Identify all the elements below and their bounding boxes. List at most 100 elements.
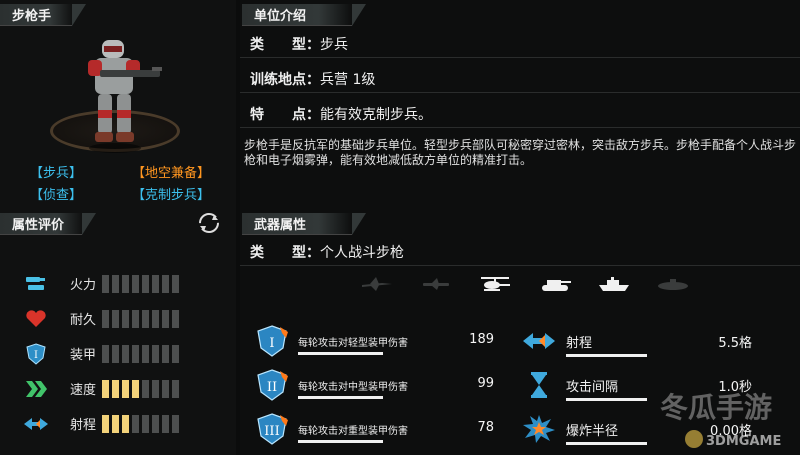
unit-description: 步枪手是反抗军的基础步兵单位。轻型步兵部队可秘密穿过密林，突击敌方步兵。步枪手配…: [244, 138, 797, 167]
damage-stat-card: III 每轮攻击对重型装甲伤害 78: [256, 410, 506, 448]
bomber-icon: [419, 276, 453, 292]
attribute-rating-tab: 属性评价: [0, 213, 96, 235]
unit-intro-tab: 单位介绍: [242, 4, 366, 26]
attribute-bar-segment: [172, 309, 179, 328]
weapon-attributes-tab: 武器属性: [242, 213, 366, 235]
armor-tier-numeral: I: [269, 336, 274, 351]
feature-key: 特 点：: [250, 106, 320, 123]
range-arrow-icon: [22, 413, 50, 435]
helicopter-icon: [478, 276, 512, 292]
unit-intro-label: 单位介绍: [254, 9, 307, 24]
tag-recon: 【侦查】: [30, 188, 83, 203]
attribute-level-bars: [102, 274, 179, 293]
feature-value: 能有效克制步兵。: [320, 106, 432, 123]
damage-stat-bar: [298, 440, 383, 443]
attribute-bar-segment: [172, 414, 179, 433]
attribute-bar-segment: [172, 344, 179, 363]
attribute-bar-segment: [162, 414, 169, 433]
damage-stat-bar: [298, 396, 383, 399]
jet-fighter-icon: [360, 276, 394, 292]
feature-row: 特 点： 能有效克制步兵。: [240, 100, 800, 128]
attribute-level-bars: [102, 379, 179, 398]
tag-ground-air: 【地空兼备】: [131, 166, 210, 181]
attribute-bar-segment: [112, 309, 119, 328]
weapon-stat-value: 5.5格: [718, 336, 752, 351]
svg-text:I: I: [34, 350, 38, 361]
watermark-logo-icon: 冬瓜手游 3DMGAME: [660, 391, 781, 449]
attribute-row: 火力: [22, 270, 222, 297]
type-key: 类 型：: [250, 36, 320, 53]
damage-stat-value: 99: [477, 376, 494, 391]
attribute-bar-segment: [122, 274, 129, 293]
unit-portrait: [40, 30, 190, 160]
weapon-type-key: 类 型：: [250, 244, 320, 261]
attribute-row: 射程: [22, 410, 222, 437]
training-location-key: 训练地点：: [250, 71, 320, 88]
attribute-bar-segment: [172, 379, 179, 398]
weapon-stat-card: 射程 5.5格: [522, 322, 772, 360]
damage-stat-label: 每轮攻击对中型装甲伤害: [298, 381, 408, 393]
attribute-list: 火力耐久 I 装甲速度射程: [22, 270, 222, 445]
type-row: 类 型： 步兵: [240, 30, 800, 58]
damage-stat-card: II 每轮攻击对中型装甲伤害 99: [256, 366, 506, 404]
attribute-bar-segment: [152, 309, 159, 328]
damage-stat-value: 189: [469, 332, 494, 347]
attribute-bar-segment: [142, 379, 149, 398]
attribute-label: 速度: [69, 383, 96, 398]
tag-infantry: 【步兵】: [30, 166, 83, 181]
damage-stat-card: I 每轮攻击对轻型装甲伤害 189: [256, 322, 506, 360]
training-location-row: 训练地点： 兵营 1级: [240, 65, 800, 93]
attribute-level-bars: [102, 309, 179, 328]
weapon-attributes-label: 武器属性: [254, 218, 307, 233]
rotate-view-icon[interactable]: [198, 212, 220, 234]
weapon-stat-label: 爆炸半径: [566, 423, 619, 439]
attribute-bar-segment: [152, 414, 159, 433]
weapon-stat-label: 射程: [566, 335, 593, 351]
attribute-row: 速度: [22, 375, 222, 402]
attribute-bar-segment: [122, 309, 129, 328]
attribute-bar-segment: [112, 274, 119, 293]
attribute-label: 射程: [69, 418, 96, 433]
tag-counter-infantry: 【克制步兵】: [131, 188, 210, 203]
armor-tier-shield-icon: I: [257, 325, 288, 357]
armor-tier-numeral: II: [267, 380, 277, 395]
attribute-bar-segment: [152, 379, 159, 398]
unit-left-panel: 步枪手 【步兵】 【地空兼备】 【侦查】 【克制步兵】 属性评价 火力 耐久 I…: [0, 0, 236, 455]
attribute-row: 耐久: [22, 305, 222, 332]
tank-icon: [538, 276, 572, 292]
attribute-rating-label: 属性评价: [12, 218, 65, 233]
attribute-bar-segment: [162, 344, 169, 363]
attribute-bar-segment: [152, 274, 159, 293]
attribute-bar-segment: [132, 274, 139, 293]
unit-tags: 【步兵】 【地空兼备】 【侦查】 【克制步兵】: [30, 163, 210, 207]
attribute-row: I 装甲: [22, 340, 222, 367]
attribute-bar-segment: [102, 414, 109, 433]
attribute-label: 火力: [69, 278, 96, 293]
attribute-level-bars: [102, 344, 179, 363]
attribute-bar-segment: [152, 344, 159, 363]
target-type-icons: [360, 276, 690, 292]
heart-icon: [22, 308, 50, 330]
rifleman-soldier-image: [88, 40, 162, 153]
ship-icon: [597, 276, 631, 292]
attribute-bar-segment: [132, 414, 139, 433]
hourglass-icon: [522, 371, 556, 399]
speed-chevron-icon: [22, 378, 50, 400]
firepower-icon: [22, 273, 50, 295]
damage-stat-value: 78: [477, 420, 494, 435]
attribute-label: 耐久: [69, 313, 96, 328]
site-watermark: 冬瓜手游 3DMGAME: [620, 385, 800, 455]
armor-tier-shield-icon: II: [257, 369, 288, 401]
damage-stat-label: 每轮攻击对重型装甲伤害: [298, 425, 408, 437]
training-location-value: 兵营 1级: [320, 71, 376, 88]
weapon-type-value: 个人战斗步枪: [320, 244, 404, 261]
unit-name-tab: 步枪手: [0, 4, 86, 26]
attribute-bar-segment: [142, 274, 149, 293]
attribute-bar-segment: [162, 309, 169, 328]
attribute-bar-segment: [132, 379, 139, 398]
type-value: 步兵: [320, 36, 348, 53]
attribute-bar-segment: [122, 414, 129, 433]
attribute-bar-segment: [102, 344, 109, 363]
attribute-bar-segment: [122, 344, 129, 363]
armor-shield-icon: I: [22, 342, 50, 365]
